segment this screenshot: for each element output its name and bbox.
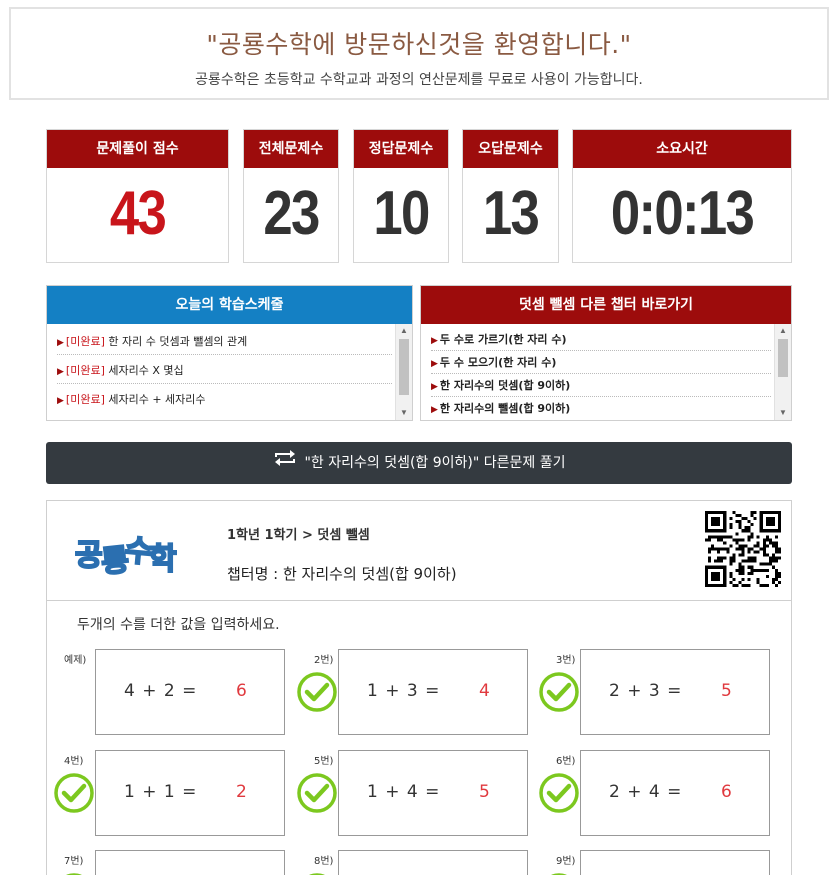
breadcrumb: 1학년 1학기 > 덧셈 뺄셈 bbox=[227, 528, 370, 543]
problem-box bbox=[95, 850, 285, 875]
total-value: 23 bbox=[263, 179, 320, 248]
equation: 1 + 1 = bbox=[124, 782, 198, 802]
problem-box bbox=[580, 850, 770, 875]
scroll-thumb[interactable] bbox=[778, 339, 788, 377]
schedule-item[interactable]: ▶ [미완료] 세자리수 X 몇십 bbox=[57, 355, 392, 384]
answer-input[interactable]: 2 bbox=[236, 782, 247, 802]
scroll-thumb[interactable] bbox=[399, 339, 409, 395]
problem-number: 4번) bbox=[64, 756, 84, 767]
problem-box: 1 + 1 = 2 bbox=[95, 750, 285, 836]
other-problems-button[interactable]: "한 자리수의 덧셈(합 9이하)" 다른문제 풀기 bbox=[46, 442, 792, 484]
correct-check-icon bbox=[296, 671, 338, 713]
arrow-right-icon: ▶ bbox=[57, 396, 64, 406]
welcome-banner: "공룡수학에 방문하신것을 환영합니다." 공룡수학은 초등학교 수학교과 과정… bbox=[9, 7, 829, 100]
chapter-title: 챕터명 : 한 자리수의 덧셈(합 9이하) bbox=[227, 565, 457, 583]
problem-number: 8번) bbox=[314, 856, 334, 867]
correct-check-icon bbox=[538, 671, 580, 713]
time-value: 0:0:13 bbox=[610, 179, 755, 248]
other-problems-label: "한 자리수의 덧셈(합 9이하)" 다른문제 풀기 bbox=[304, 455, 566, 471]
wrong-label: 오답문제수 bbox=[463, 130, 558, 168]
svg-text:학: 학 bbox=[149, 542, 177, 577]
equation: 2 + 4 = bbox=[609, 782, 683, 802]
svg-text:공: 공 bbox=[75, 538, 103, 573]
score-card: 문제풀이 점수 43 bbox=[46, 129, 229, 263]
correct-label: 정답문제수 bbox=[354, 130, 448, 168]
wrong-card: 오답문제수 13 bbox=[462, 129, 559, 263]
correct-card: 정답문제수 10 bbox=[353, 129, 449, 263]
correct-check-icon bbox=[53, 772, 95, 814]
time-label: 소요시간 bbox=[573, 130, 791, 168]
chapter-link[interactable]: ▶ 한 자리수의 덧셈(합 9이하) bbox=[431, 374, 771, 397]
total-card: 전체문제수 23 bbox=[243, 129, 339, 263]
qr-code-icon bbox=[705, 511, 781, 587]
answer-input[interactable]: 6 bbox=[236, 681, 247, 701]
scroll-down-icon[interactable]: ▼ bbox=[396, 406, 412, 420]
problem-number: 5번) bbox=[314, 756, 334, 767]
correct-check-icon bbox=[296, 772, 338, 814]
correct-check-icon bbox=[538, 772, 580, 814]
correct-value: 10 bbox=[373, 179, 430, 248]
chapter-link[interactable]: ▶ 한 자리수의 뺄셈(합 9이하) bbox=[431, 397, 771, 420]
equation: 4 + 2 = bbox=[124, 681, 198, 701]
chapter-link[interactable]: ▶ 두 수로 가르기(한 자리 수) bbox=[431, 328, 771, 351]
scroll-down-icon[interactable]: ▼ bbox=[775, 406, 791, 420]
arrow-right-icon: ▶ bbox=[431, 405, 438, 415]
problem-number: 3번) bbox=[556, 655, 576, 666]
scroll-up-icon[interactable]: ▲ bbox=[775, 324, 791, 338]
chapters-scrollbar[interactable]: ▲ ▼ bbox=[774, 324, 791, 420]
welcome-subtitle: 공룡수학은 초등학교 수학교과 과정의 연산문제를 무료로 사용이 가능합니다. bbox=[195, 72, 643, 88]
dinosaur-math-logo: 공 룡 수 학 bbox=[73, 519, 178, 581]
arrow-right-icon: ▶ bbox=[57, 338, 64, 348]
problem-number: 6번) bbox=[556, 756, 576, 767]
problem-number: 9번) bbox=[556, 856, 576, 867]
wrong-value: 13 bbox=[482, 179, 540, 248]
problem-box: 1 + 4 = 5 bbox=[338, 750, 528, 836]
answer-input[interactable]: 6 bbox=[721, 782, 732, 802]
chapter-link[interactable]: ▶ 두 수 모으기(한 자리 수) bbox=[431, 351, 771, 374]
problem-box: 1 + 3 = 4 bbox=[338, 649, 528, 735]
schedule-title: 오늘의 학습스케줄 bbox=[47, 286, 412, 324]
equation: 2 + 3 = bbox=[609, 681, 683, 701]
welcome-title: "공룡수학에 방문하신것을 환영합니다." bbox=[206, 30, 632, 59]
equation: 1 + 3 = bbox=[367, 681, 441, 701]
problem-number: 예제) bbox=[64, 655, 87, 666]
repeat-icon bbox=[272, 442, 298, 484]
chapters-panel: 덧셈 뺄셈 다른 챕터 바로가기 ▶ 두 수로 가르기(한 자리 수) ▶ 두 수 … bbox=[420, 285, 792, 421]
scroll-up-icon[interactable]: ▲ bbox=[396, 324, 412, 338]
instruction: 두개의 수를 더한 값을 입력하세요. bbox=[77, 617, 280, 633]
total-label: 전체문제수 bbox=[244, 130, 338, 168]
problem-box: 4 + 2 = 6 bbox=[95, 649, 285, 735]
equation: 1 + 4 = bbox=[367, 782, 441, 802]
problem-box: 2 + 4 = 6 bbox=[580, 750, 770, 836]
problem-box bbox=[338, 850, 528, 875]
problem-number: 2번) bbox=[314, 655, 334, 666]
score-label: 문제풀이 점수 bbox=[47, 130, 228, 168]
chapters-title: 덧셈 뺄셈 다른 챕터 바로가기 bbox=[421, 286, 791, 324]
time-card: 소요시간 0:0:13 bbox=[572, 129, 792, 263]
schedule-item[interactable]: ▶ [미완료] 세자리수 + 세자리수 bbox=[57, 384, 392, 413]
score-value: 43 bbox=[109, 179, 167, 248]
arrow-right-icon: ▶ bbox=[431, 359, 438, 369]
problem-box: 2 + 3 = 5 bbox=[580, 649, 770, 735]
answer-input[interactable]: 4 bbox=[479, 681, 490, 701]
problem-number: 7번) bbox=[64, 856, 84, 867]
answer-input[interactable]: 5 bbox=[721, 681, 732, 701]
arrow-right-icon: ▶ bbox=[57, 367, 64, 377]
arrow-right-icon: ▶ bbox=[431, 336, 438, 346]
arrow-right-icon: ▶ bbox=[431, 382, 438, 392]
answer-input[interactable]: 5 bbox=[479, 782, 490, 802]
schedule-scrollbar[interactable]: ▲ ▼ bbox=[395, 324, 412, 420]
schedule-panel: 오늘의 학습스케줄 ▶ [미완료] 한 자리 수 덧셈과 뺄셈의 관계 ▶ [미완료… bbox=[46, 285, 413, 421]
schedule-item[interactable]: ▶ [미완료] 한 자리 수 덧셈과 뺄셈의 관계 bbox=[57, 326, 392, 355]
